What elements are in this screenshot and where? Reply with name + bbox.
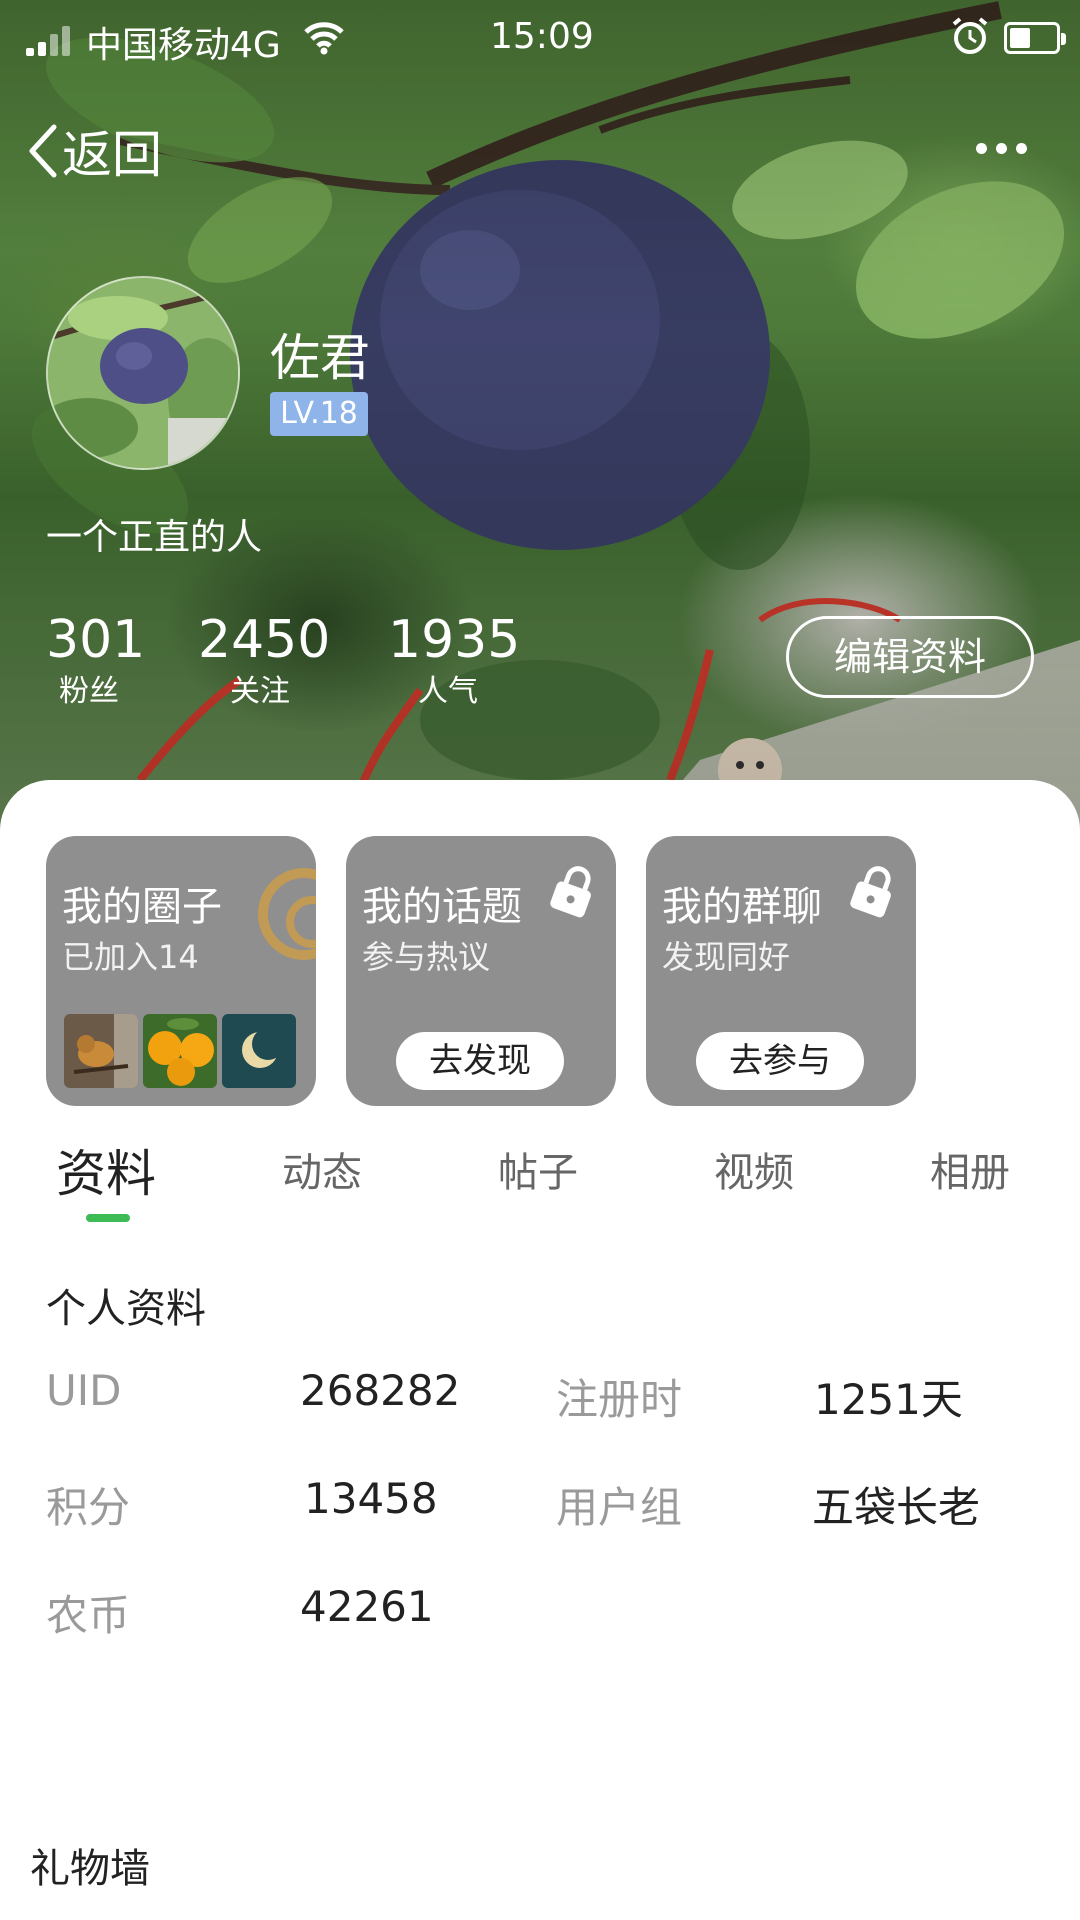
info-label-coins: 农币 — [46, 1591, 131, 1640]
card-subtitle: 已加入14 — [62, 938, 199, 976]
edit-profile-button[interactable]: 编辑资料 — [786, 616, 1034, 698]
info-value-coins: 42261 — [300, 1582, 434, 1631]
tab-profile[interactable]: 资料 — [56, 1134, 156, 1206]
stat-following[interactable]: 2450 关注 — [198, 608, 331, 712]
battery-level — [1010, 28, 1030, 48]
lock-icon — [550, 866, 591, 918]
lock-icon — [850, 866, 891, 918]
info-label-user-group: 用户组 — [556, 1483, 683, 1532]
section-title-profile-info: 个人资料 — [46, 1286, 206, 1332]
card-my-groups[interactable]: 我的群聊 发现同好 去参与 — [646, 836, 916, 1106]
chevron-left-icon — [29, 124, 57, 178]
tab-videos[interactable]: 视频 — [714, 1140, 794, 1198]
profile-page: 中国移动4G 15:09 返回 佐君 LV.18 一个正直的人 301 粉丝 2… — [0, 0, 1080, 1920]
info-value-user-group: 五袋长老 — [812, 1483, 981, 1532]
section-title-gift-wall: 礼物墙 — [30, 1846, 150, 1892]
stat-fans-label: 粉丝 — [59, 674, 119, 709]
level-badge: LV.18 — [270, 392, 368, 436]
battery-icon — [1004, 22, 1066, 54]
discover-button[interactable]: 去发现 — [396, 1032, 564, 1090]
info-value-uid: 268282 — [300, 1366, 461, 1415]
circle-thumbnail-bird[interactable] — [64, 1014, 138, 1088]
tab-activity[interactable]: 动态 — [282, 1140, 362, 1198]
circle-thumbnail-oranges[interactable] — [143, 1014, 217, 1088]
status-bar: 中国移动4G 15:09 — [0, 0, 1080, 80]
card-title: 我的话题 — [362, 884, 522, 930]
tab-posts[interactable]: 帖子 — [498, 1140, 578, 1198]
card-subtitle: 发现同好 — [662, 938, 791, 976]
info-value-points: 13458 — [304, 1474, 438, 1523]
card-my-circles[interactable]: 我的圈子 已加入14 — [46, 836, 316, 1106]
tab-indicator — [86, 1214, 130, 1222]
circle-thumbnail-moon[interactable] — [222, 1014, 296, 1088]
info-value-registered: 1251天 — [814, 1375, 963, 1424]
stat-fans-value: 301 — [46, 610, 146, 670]
join-button[interactable]: 去参与 — [696, 1032, 864, 1090]
more-button[interactable] — [976, 134, 1036, 162]
stat-popularity[interactable]: 1935 人气 — [388, 608, 521, 712]
avatar-image — [48, 278, 238, 468]
bio: 一个正直的人 — [46, 517, 263, 558]
circle-logo-icon — [258, 868, 316, 960]
avatar[interactable] — [46, 276, 240, 470]
back-label: 返回 — [62, 126, 162, 184]
carrier-name: 中国移动4G — [86, 25, 281, 66]
stat-following-value: 2450 — [198, 610, 331, 670]
info-label-registered: 注册时 — [556, 1375, 683, 1424]
stat-following-label: 关注 — [230, 674, 290, 709]
info-label-points: 积分 — [46, 1483, 131, 1532]
stat-popularity-label: 人气 — [418, 674, 478, 709]
wifi-icon — [304, 22, 344, 55]
alarm-icon — [952, 17, 988, 54]
tab-albums[interactable]: 相册 — [930, 1140, 1010, 1198]
back-button[interactable]: 返回 — [26, 116, 162, 186]
signal-icon — [26, 24, 84, 56]
card-title: 我的圈子 — [62, 884, 222, 930]
card-subtitle: 参与热议 — [362, 938, 491, 976]
stat-popularity-value: 1935 — [388, 610, 521, 670]
stat-fans[interactable]: 301 粉丝 — [46, 608, 146, 712]
nickname: 佐君 — [270, 329, 370, 387]
more-icon — [976, 142, 987, 154]
circle-thumbnails — [64, 1014, 296, 1088]
status-time: 15:09 — [490, 16, 594, 57]
card-title: 我的群聊 — [662, 884, 822, 930]
card-my-topics[interactable]: 我的话题 参与热议 去发现 — [346, 836, 616, 1106]
info-label-uid: UID — [46, 1366, 122, 1415]
